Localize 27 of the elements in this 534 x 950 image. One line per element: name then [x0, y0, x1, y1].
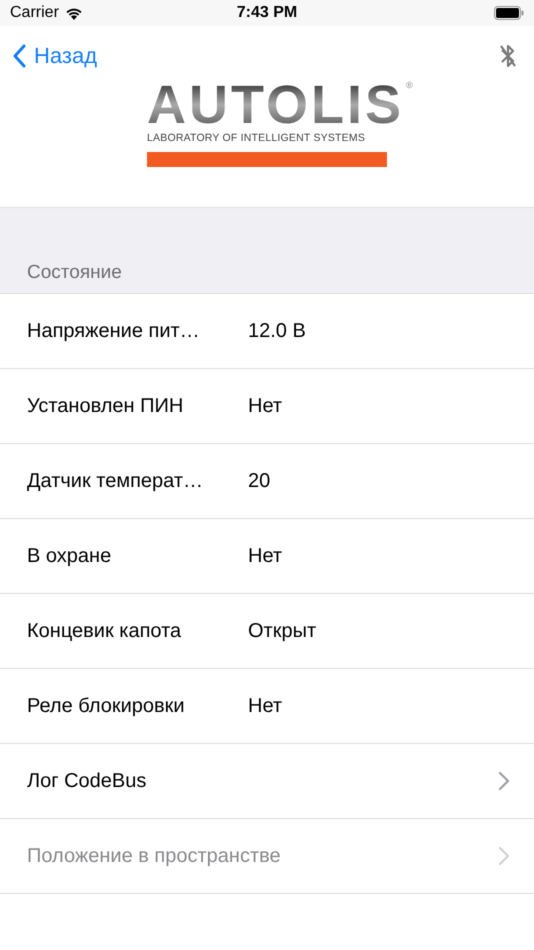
row-value: Нет [248, 544, 282, 568]
row-value: 12.0 В [248, 320, 306, 342]
row-label: Реле блокировки [27, 694, 186, 718]
chevron-icon [498, 771, 510, 791]
row-value: Нет [248, 694, 282, 718]
row-label: Лог CodeBus [27, 770, 148, 792]
chevron-icon [498, 846, 510, 866]
row-value: Нет [248, 394, 282, 418]
row-label: В охране [27, 544, 112, 568]
table-row[interactable]: Лог CodeBus [0, 744, 534, 819]
logo-tagline: LABORATORY OF INTELLIGENT SYSTEMS [147, 132, 366, 144]
bluetooth-icon[interactable] [498, 43, 518, 69]
back-chevron-icon[interactable] [12, 44, 26, 68]
section-header: Состояние [27, 262, 122, 284]
battery-icon [494, 6, 524, 20]
row-label: Концевик капота [27, 620, 182, 642]
row-label: Датчик температ… [27, 470, 204, 492]
clock-time: 7:43 PM [236, 4, 298, 22]
row-value: Открыт [248, 620, 316, 642]
row-label: Установлен ПИН [27, 394, 184, 418]
row-label: Положение в пространстве [27, 844, 282, 868]
wifi-icon [64, 6, 83, 20]
row-label: Напряжение пит… [27, 320, 201, 342]
row-value: 20 [248, 470, 270, 492]
carrier-name: Carrier [10, 4, 59, 22]
registered-mark: ® [406, 80, 413, 90]
back-button[interactable]: Назад [12, 43, 98, 69]
